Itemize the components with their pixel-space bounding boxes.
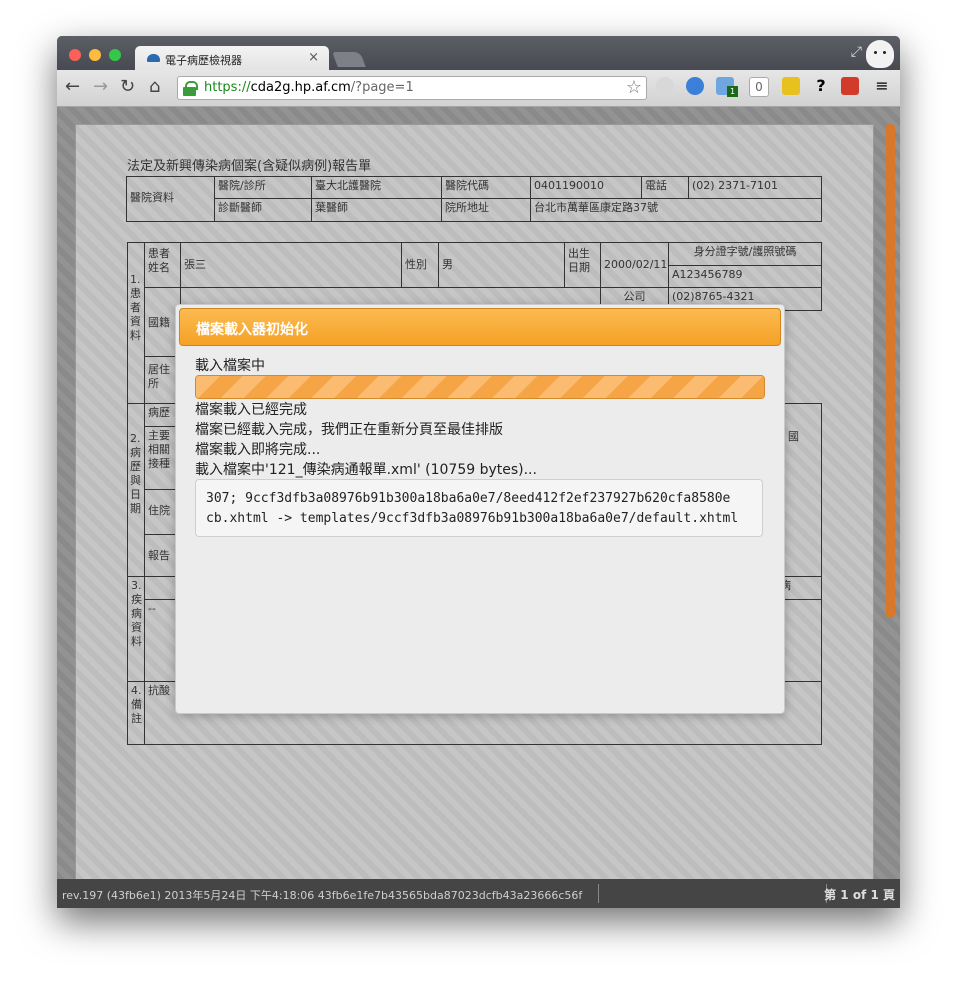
app-icon: [147, 54, 160, 62]
revision-text: rev.197 (43fb6e1) 2013年5月24日 下午4:18:06 4…: [62, 889, 583, 902]
document-title: 法定及新興傳染病個案(含疑似病例)報告單: [127, 159, 372, 174]
main-label-text: 主要: [148, 429, 170, 442]
progress-bar: [195, 375, 765, 399]
dialog-header: 檔案載入器初始化: [179, 308, 781, 346]
status-line-1: 檔案載入已經完成: [195, 402, 307, 418]
log-output: 307; 9ccf3dfb3a08976b91b300a18ba6a0e7/8e…: [195, 479, 763, 537]
log-line-1: 307; 9ccf3dfb3a08976b91b300a18ba6a0e7/8e…: [206, 491, 731, 506]
clinic-value: 臺大北護醫院: [311, 176, 442, 199]
doctor-value: 葉醫師: [311, 198, 442, 222]
progress-fill: [196, 376, 764, 398]
doctor-label: 診斷醫師: [214, 198, 312, 222]
phone-label: 電話: [641, 176, 689, 199]
id-label: 身分證字號/護照號碼: [668, 242, 822, 266]
code-value: 0401190010: [530, 176, 642, 199]
address-value: 台北市萬華區康定路37號: [530, 198, 822, 222]
browser-toolbar: ← → ↻ ⌂ https://cda2g.hp.af.cm/?page=1 ☆…: [57, 70, 900, 107]
log-line-2: cb.xhtml -> templates/9ccf3dfb3a08976b91…: [206, 511, 739, 526]
patient-name-value: 張三: [180, 242, 402, 288]
page-indicator: 第 1 of 1 頁: [824, 888, 895, 902]
fullscreen-icon[interactable]: ⤢: [851, 44, 862, 60]
birth-value: 2000/02/11: [600, 242, 669, 288]
bookmark-star-icon[interactable]: ☆: [626, 77, 642, 98]
vaccine-label-text: 接種: [148, 457, 170, 470]
scrollbar-thumb[interactable]: [886, 124, 895, 618]
status-divider: [598, 884, 599, 903]
code-label: 醫院代碼: [441, 176, 531, 199]
patient-section-label: 1.患者資料: [127, 242, 145, 404]
clinic-label: 醫院/診所: [214, 176, 312, 199]
help-icon[interactable]: ?: [812, 77, 830, 95]
dialog-title: 檔案載入器初始化: [196, 322, 308, 338]
extension-badge: 1: [727, 86, 738, 97]
reload-icon[interactable]: ↻: [120, 78, 135, 96]
loading-label: 載入檔案中: [195, 358, 265, 374]
remarks-section-label: 4.備註: [127, 681, 145, 745]
profile-avatar[interactable]: [866, 40, 894, 68]
puzzle-extension-icon[interactable]: 1: [716, 77, 738, 97]
status-line-4: 載入檔案中'121_傳染病通報單.xml' (10759 bytes)...: [195, 462, 537, 478]
forward-arrow-icon[interactable]: →: [93, 78, 108, 96]
tab-title: 電子病歷檢視器: [165, 54, 242, 67]
phone-value: (02) 2371-7101: [688, 176, 822, 199]
globe-extension-icon[interactable]: [656, 77, 674, 95]
id-value: A123456789: [668, 265, 822, 288]
pinterest-extension-icon[interactable]: [841, 77, 859, 95]
sex-label: 性別: [401, 242, 439, 288]
file-loader-dialog: 檔案載入器初始化 載入檔案中 檔案載入已經完成 檔案已經載入完成，我們正在重新分…: [175, 304, 785, 714]
status-line-3: 檔案載入即將完成...: [195, 442, 321, 458]
birth-label: 出生日期: [564, 242, 601, 288]
lock-body-icon: [183, 87, 196, 96]
url-text[interactable]: https://cda2g.hp.af.cm/?page=1: [204, 80, 414, 95]
zoom-window-button[interactable]: [109, 49, 121, 61]
hospital-section-label: 醫院資料: [126, 176, 215, 222]
new-tab-button[interactable]: [332, 52, 366, 67]
disease-section-label: 3.疾病資料: [127, 576, 145, 682]
avatar-eye-icon: [883, 51, 886, 54]
related-label-text: 相關: [148, 443, 170, 456]
avatar-eye-icon: [874, 51, 877, 54]
notes-extension-icon[interactable]: [782, 77, 800, 95]
home-icon[interactable]: ⌂: [149, 78, 160, 96]
status-bar: rev.197 (43fb6e1) 2013年5月24日 下午4:18:06 4…: [57, 879, 900, 908]
sex-value: 男: [438, 242, 565, 288]
tab-strip: 電子病歷檢視器 × ⤢: [57, 36, 900, 70]
history-section-label: 2.病歷與日期: [127, 403, 145, 577]
status-line-2: 檔案已經載入完成，我們正在重新分頁至最佳排版: [195, 422, 503, 438]
menu-icon[interactable]: ≡: [873, 77, 891, 95]
minimize-window-button[interactable]: [89, 49, 101, 61]
tab-close-icon[interactable]: ×: [308, 50, 319, 65]
address-bar[interactable]: https://cda2g.hp.af.cm/?page=1 ☆: [177, 76, 647, 100]
chrome-extension-icon[interactable]: [686, 77, 704, 95]
close-window-button[interactable]: [69, 49, 81, 61]
back-arrow-icon[interactable]: ←: [65, 78, 80, 96]
address-label: 院所地址: [441, 198, 531, 222]
counter-extension-icon[interactable]: 0: [749, 77, 769, 97]
patient-name-label: 患者姓名: [144, 242, 181, 288]
tab-active[interactable]: 電子病歷檢視器 ×: [135, 46, 329, 70]
